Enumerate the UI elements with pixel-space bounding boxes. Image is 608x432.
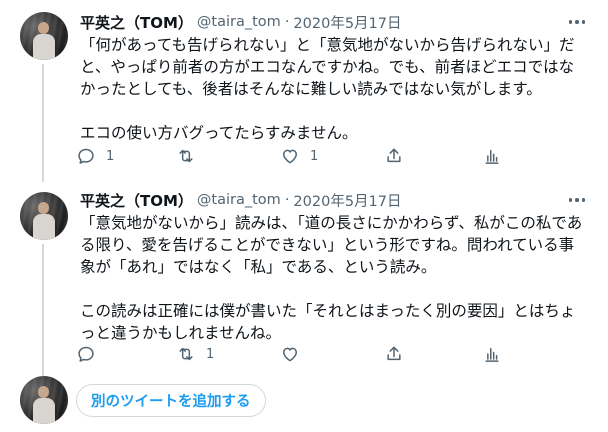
author-name[interactable]: 平英之（TOM） <box>80 190 193 211</box>
more-icon[interactable] <box>566 12 588 32</box>
tweet-header: 平英之（TOM） @taira_tom · 2020年5月17日 <box>80 12 402 32</box>
avatar[interactable] <box>20 376 68 424</box>
retweet-count: 1 <box>206 346 215 362</box>
avatar-figure-head <box>38 22 49 34</box>
tweet-header: 平英之（TOM） @taira_tom · 2020年5月17日 <box>80 190 402 210</box>
separator-dot: · <box>284 192 290 208</box>
avatar[interactable] <box>20 192 68 240</box>
avatar-figure-body <box>33 398 55 424</box>
author-handle[interactable]: @taira_tom <box>197 192 281 208</box>
avatar-figure-body <box>33 214 55 240</box>
avatar-figure-head <box>38 202 49 214</box>
analytics-button[interactable] <box>482 144 502 168</box>
reply-count: 1 <box>106 148 115 164</box>
retweet-button[interactable]: 1 <box>176 342 214 366</box>
heart-icon <box>283 149 297 164</box>
author-handle[interactable]: @taira_tom <box>197 14 281 30</box>
add-another-tweet-button[interactable]: 別のツイートを追加する <box>76 384 266 417</box>
more-icon[interactable] <box>566 190 588 210</box>
share-icon <box>387 346 401 361</box>
avatar[interactable] <box>20 12 68 60</box>
tweet-text: 「何があっても告げられない」と「意気地がないから告げられない」だと、やっぱり前者… <box>80 36 575 142</box>
add-tweet-row: 別のツイートを追加する <box>0 376 608 424</box>
tweet-date[interactable]: 2020年5月17日 <box>293 190 401 211</box>
retweet-icon <box>179 347 193 361</box>
share-button[interactable] <box>384 342 404 366</box>
retweet-button[interactable] <box>176 144 206 168</box>
share-icon <box>387 148 401 163</box>
author-name[interactable]: 平英之（TOM） <box>80 12 193 33</box>
tweet-date[interactable]: 2020年5月17日 <box>293 12 401 33</box>
reply-icon <box>78 148 94 164</box>
tweet-text: 「意気地がないから」読みは、「道の長さにかかわらず、私がこの私である限り、愛を告… <box>80 214 583 342</box>
tweet[interactable]: 平英之（TOM） @taira_tom · 2020年5月17日 「何があっても… <box>0 0 608 182</box>
heart-icon <box>283 347 297 362</box>
like-button[interactable]: 1 <box>280 144 318 168</box>
avatar-figure-head <box>38 386 49 398</box>
reply-button[interactable]: 1 <box>76 144 114 168</box>
reply-icon <box>78 346 94 362</box>
like-button[interactable] <box>280 342 310 366</box>
like-count: 1 <box>310 148 319 164</box>
tweet[interactable]: 平英之（TOM） @taira_tom · 2020年5月17日 「意気地がない… <box>0 182 608 376</box>
tweet-actions: 1 1 <box>72 144 508 168</box>
separator-dot: · <box>284 14 290 30</box>
analytics-button[interactable] <box>482 342 502 366</box>
retweet-icon <box>179 149 193 163</box>
analytics-icon <box>485 149 499 164</box>
share-button[interactable] <box>384 144 404 168</box>
reply-button[interactable] <box>76 342 106 366</box>
tweet-actions: 1 <box>72 342 508 366</box>
avatar-figure-body <box>33 34 55 60</box>
analytics-icon <box>485 347 499 362</box>
